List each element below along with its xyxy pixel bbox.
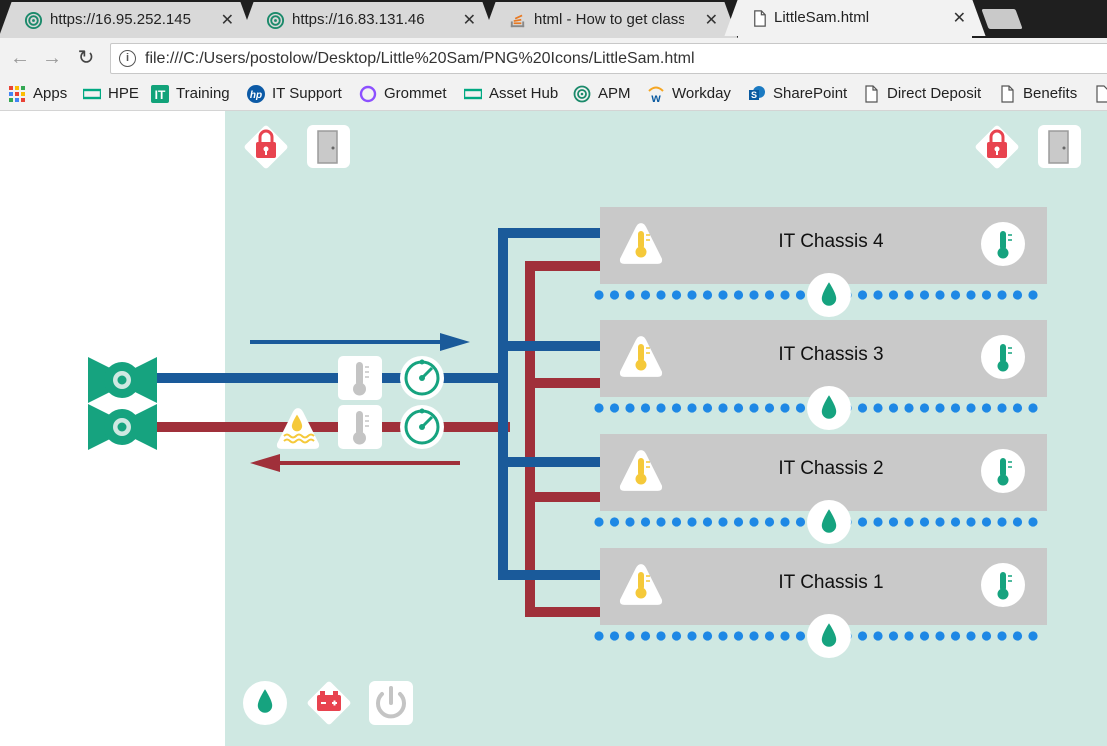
door-icon bbox=[307, 125, 350, 168]
coolant-drop-icon bbox=[807, 614, 851, 658]
page-icon bbox=[754, 10, 766, 27]
spiral-icon bbox=[266, 11, 285, 30]
power-icon bbox=[369, 681, 413, 725]
coolant-drop-icon bbox=[807, 273, 851, 317]
tab-title: https://16.95.252.145 bbox=[50, 11, 191, 28]
lock-icon bbox=[975, 125, 1019, 169]
close-icon[interactable]: ✕ bbox=[463, 10, 476, 30]
stack-overflow-icon bbox=[510, 14, 525, 28]
return-flow-arrow bbox=[250, 454, 460, 472]
coolant-drop-icon bbox=[807, 386, 851, 430]
temperature-warning-icon bbox=[619, 450, 663, 491]
thermometer-icon bbox=[981, 563, 1025, 607]
piping-diagram bbox=[88, 125, 1081, 725]
thermometer-icon bbox=[338, 356, 382, 400]
temperature-warning-icon bbox=[619, 336, 663, 377]
tab-title: LittleSam.html bbox=[774, 9, 870, 26]
thermometer-icon bbox=[981, 222, 1025, 266]
pressure-gauge-icon bbox=[400, 405, 444, 449]
temperature-warning-icon bbox=[619, 564, 663, 605]
door-icon bbox=[1038, 125, 1081, 168]
thermometer-icon bbox=[981, 335, 1025, 379]
battery-alert-icon bbox=[307, 681, 351, 725]
close-icon[interactable]: ✕ bbox=[705, 10, 718, 30]
valve-icon bbox=[88, 357, 157, 403]
thermometer-icon bbox=[338, 405, 382, 449]
tab-title: https://16.83.131.46 bbox=[292, 11, 425, 28]
coolant-drop-icon bbox=[243, 681, 287, 725]
tab-title: html - How to get class n bbox=[534, 11, 684, 28]
thermometer-icon bbox=[981, 449, 1025, 493]
pressure-gauge-icon bbox=[400, 356, 444, 400]
spiral-icon bbox=[24, 11, 43, 30]
close-icon[interactable]: ✕ bbox=[221, 10, 234, 30]
lock-icon bbox=[244, 125, 288, 169]
close-icon[interactable]: ✕ bbox=[953, 8, 966, 28]
coolant-drop-icon bbox=[807, 500, 851, 544]
supply-flow-arrow bbox=[250, 333, 470, 351]
temperature-warning-icon bbox=[619, 223, 663, 264]
valve-icon bbox=[88, 404, 157, 450]
